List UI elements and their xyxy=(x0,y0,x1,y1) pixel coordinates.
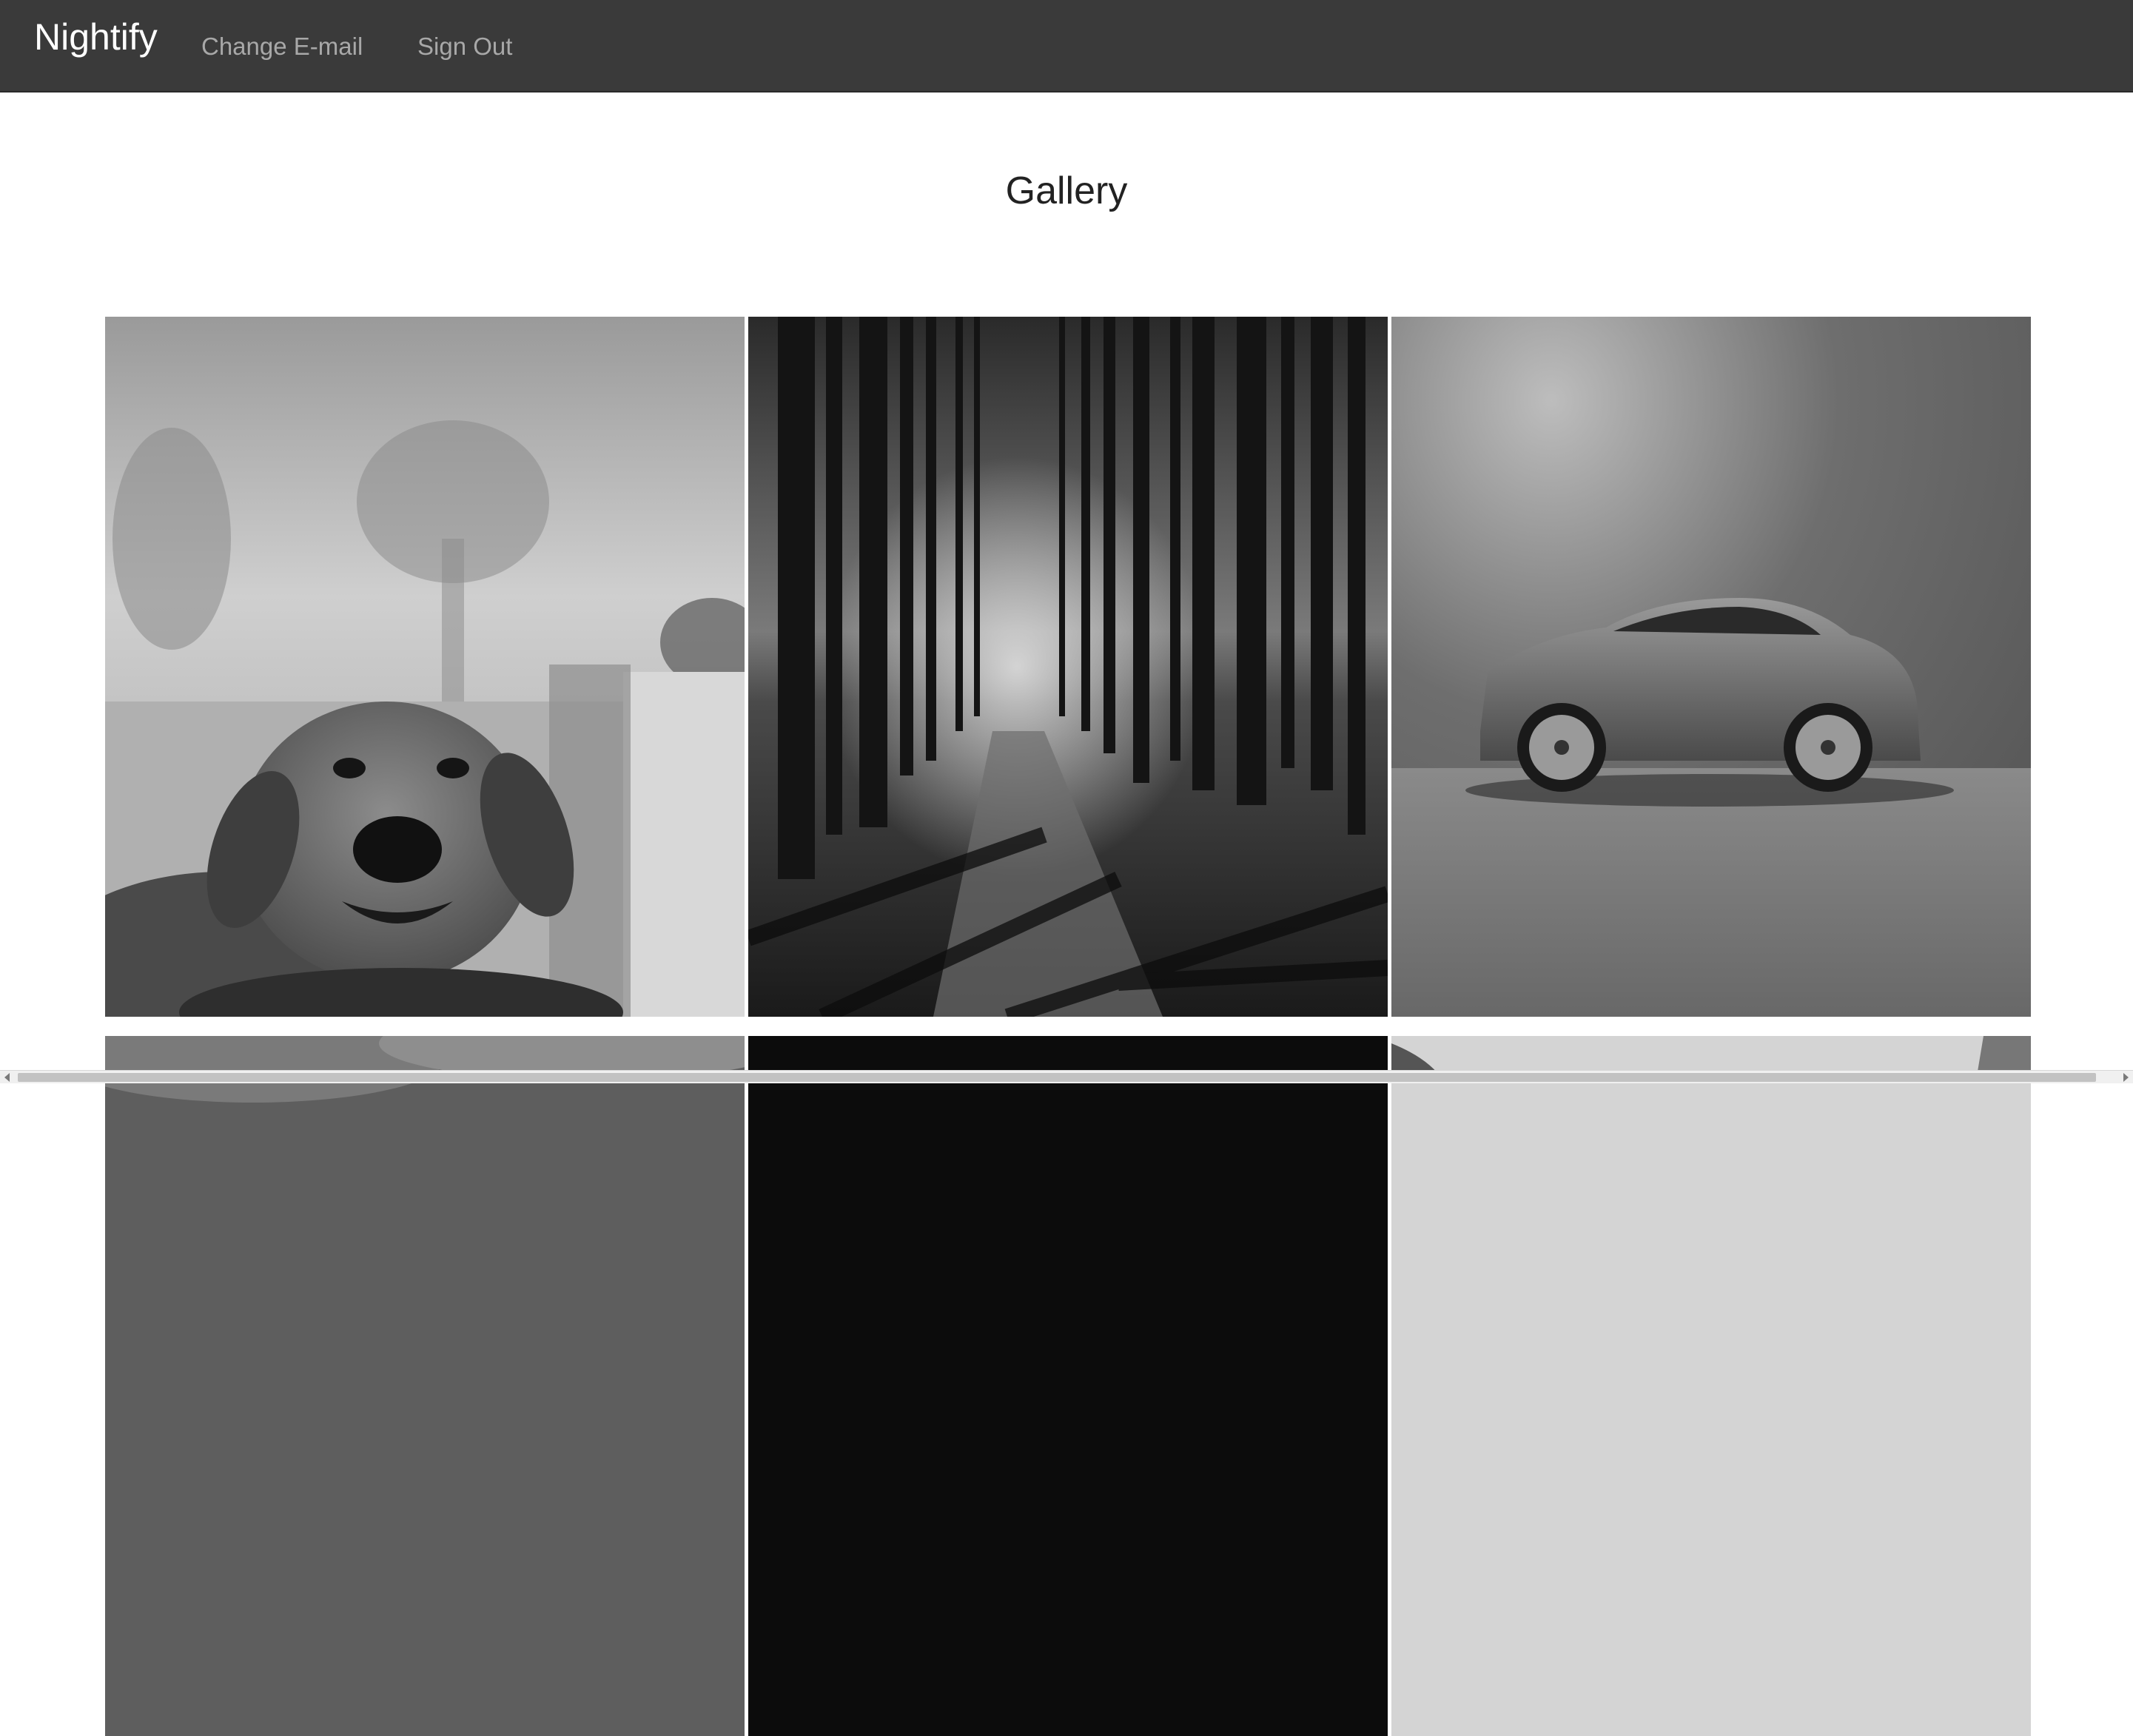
chevron-right-icon[interactable] xyxy=(2123,1073,2129,1082)
horizontal-scrollbar[interactable] xyxy=(0,1070,2133,1083)
gallery-image-dog[interactable] xyxy=(105,317,745,1017)
sky-photo xyxy=(105,1036,745,1736)
chevron-left-icon[interactable] xyxy=(4,1073,10,1082)
scrollbar-thumb[interactable] xyxy=(18,1073,2096,1082)
change-email-link[interactable]: Change E-mail xyxy=(201,31,363,62)
gallery-image-forest[interactable] xyxy=(748,317,1388,1017)
dog-photo xyxy=(105,317,745,1017)
gallery-grid xyxy=(105,317,2031,1736)
gallery-image-sky[interactable] xyxy=(105,1036,745,1736)
cliff-photo xyxy=(1391,1036,2031,1736)
gallery-image-cliff[interactable] xyxy=(1391,1036,2031,1736)
brand-logo-link[interactable]: Nightify xyxy=(34,15,158,59)
forest-photo xyxy=(748,317,1388,1017)
gallery-image-night[interactable] xyxy=(748,1036,1388,1736)
night-photo xyxy=(748,1036,1388,1736)
car-photo xyxy=(1391,317,2031,1017)
sign-out-link[interactable]: Sign Out xyxy=(417,31,512,62)
page-title: Gallery xyxy=(1005,169,1128,212)
gallery-image-car[interactable] xyxy=(1391,317,2031,1017)
top-navbar: Nightify Change E-mail Sign Out xyxy=(0,0,2133,92)
